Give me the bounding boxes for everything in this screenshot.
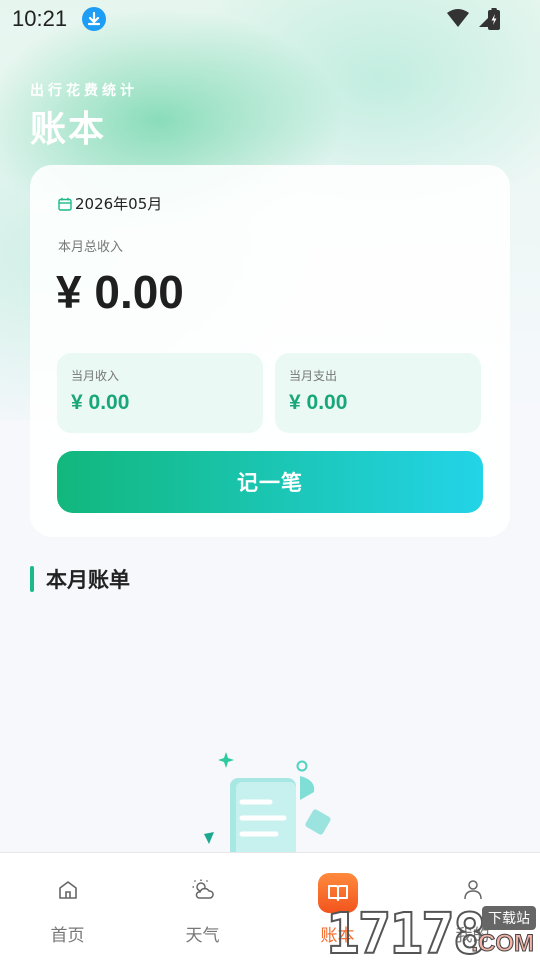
section-header: 本月账单 [30, 564, 130, 594]
total-income-value: ¥ 0.00 [56, 266, 184, 318]
weather-icon [192, 879, 214, 899]
user-icon [463, 880, 482, 900]
watermark-digits: 17178 [325, 901, 488, 960]
status-time: 10:21 [12, 6, 68, 31]
record-button[interactable]: 记一笔 [57, 451, 483, 513]
empty-bill-illustration [204, 752, 331, 858]
download-icon [82, 7, 106, 31]
watermark-domain: .COM [471, 930, 535, 958]
wifi-icon [447, 9, 469, 27]
status-bar: 10:21 [0, 0, 540, 38]
battery-icon [488, 8, 500, 30]
month-label: 2026年05月 [75, 195, 163, 213]
month-picker[interactable]: 2026年05月 [58, 193, 162, 214]
header-subtitle: 出行花费统计 [30, 83, 138, 99]
section-title: 本月账单 [46, 568, 130, 592]
tab-home[interactable]: 首页 [0, 853, 135, 960]
month-expense-box: 当月支出 ¥ 0.00 [275, 353, 481, 433]
month-income-value: ¥ 0.00 [71, 391, 130, 414]
tab-weather[interactable]: 天气 [135, 853, 270, 960]
page-title: 账本 [30, 109, 107, 150]
month-income-label: 当月收入 [71, 369, 120, 383]
tab-home-label: 首页 [50, 926, 85, 946]
watermark-tag: 下载站 [482, 906, 536, 930]
summary-card: 2026年05月 本月总收入 ¥ 0.00 当月收入 ¥ 0.00 当月支出 ¥… [30, 165, 510, 537]
total-income-label: 本月总收入 [58, 240, 124, 255]
month-income-box: 当月收入 ¥ 0.00 [57, 353, 263, 433]
calendar-icon [58, 197, 72, 211]
month-expense-value: ¥ 0.00 [289, 391, 348, 414]
section-accent-bar [30, 566, 34, 592]
month-expense-label: 当月支出 [289, 369, 338, 383]
tab-weather-label: 天气 [185, 926, 220, 946]
home-icon [58, 881, 77, 899]
site-watermark: 17178 下载站 .COM [320, 900, 540, 960]
